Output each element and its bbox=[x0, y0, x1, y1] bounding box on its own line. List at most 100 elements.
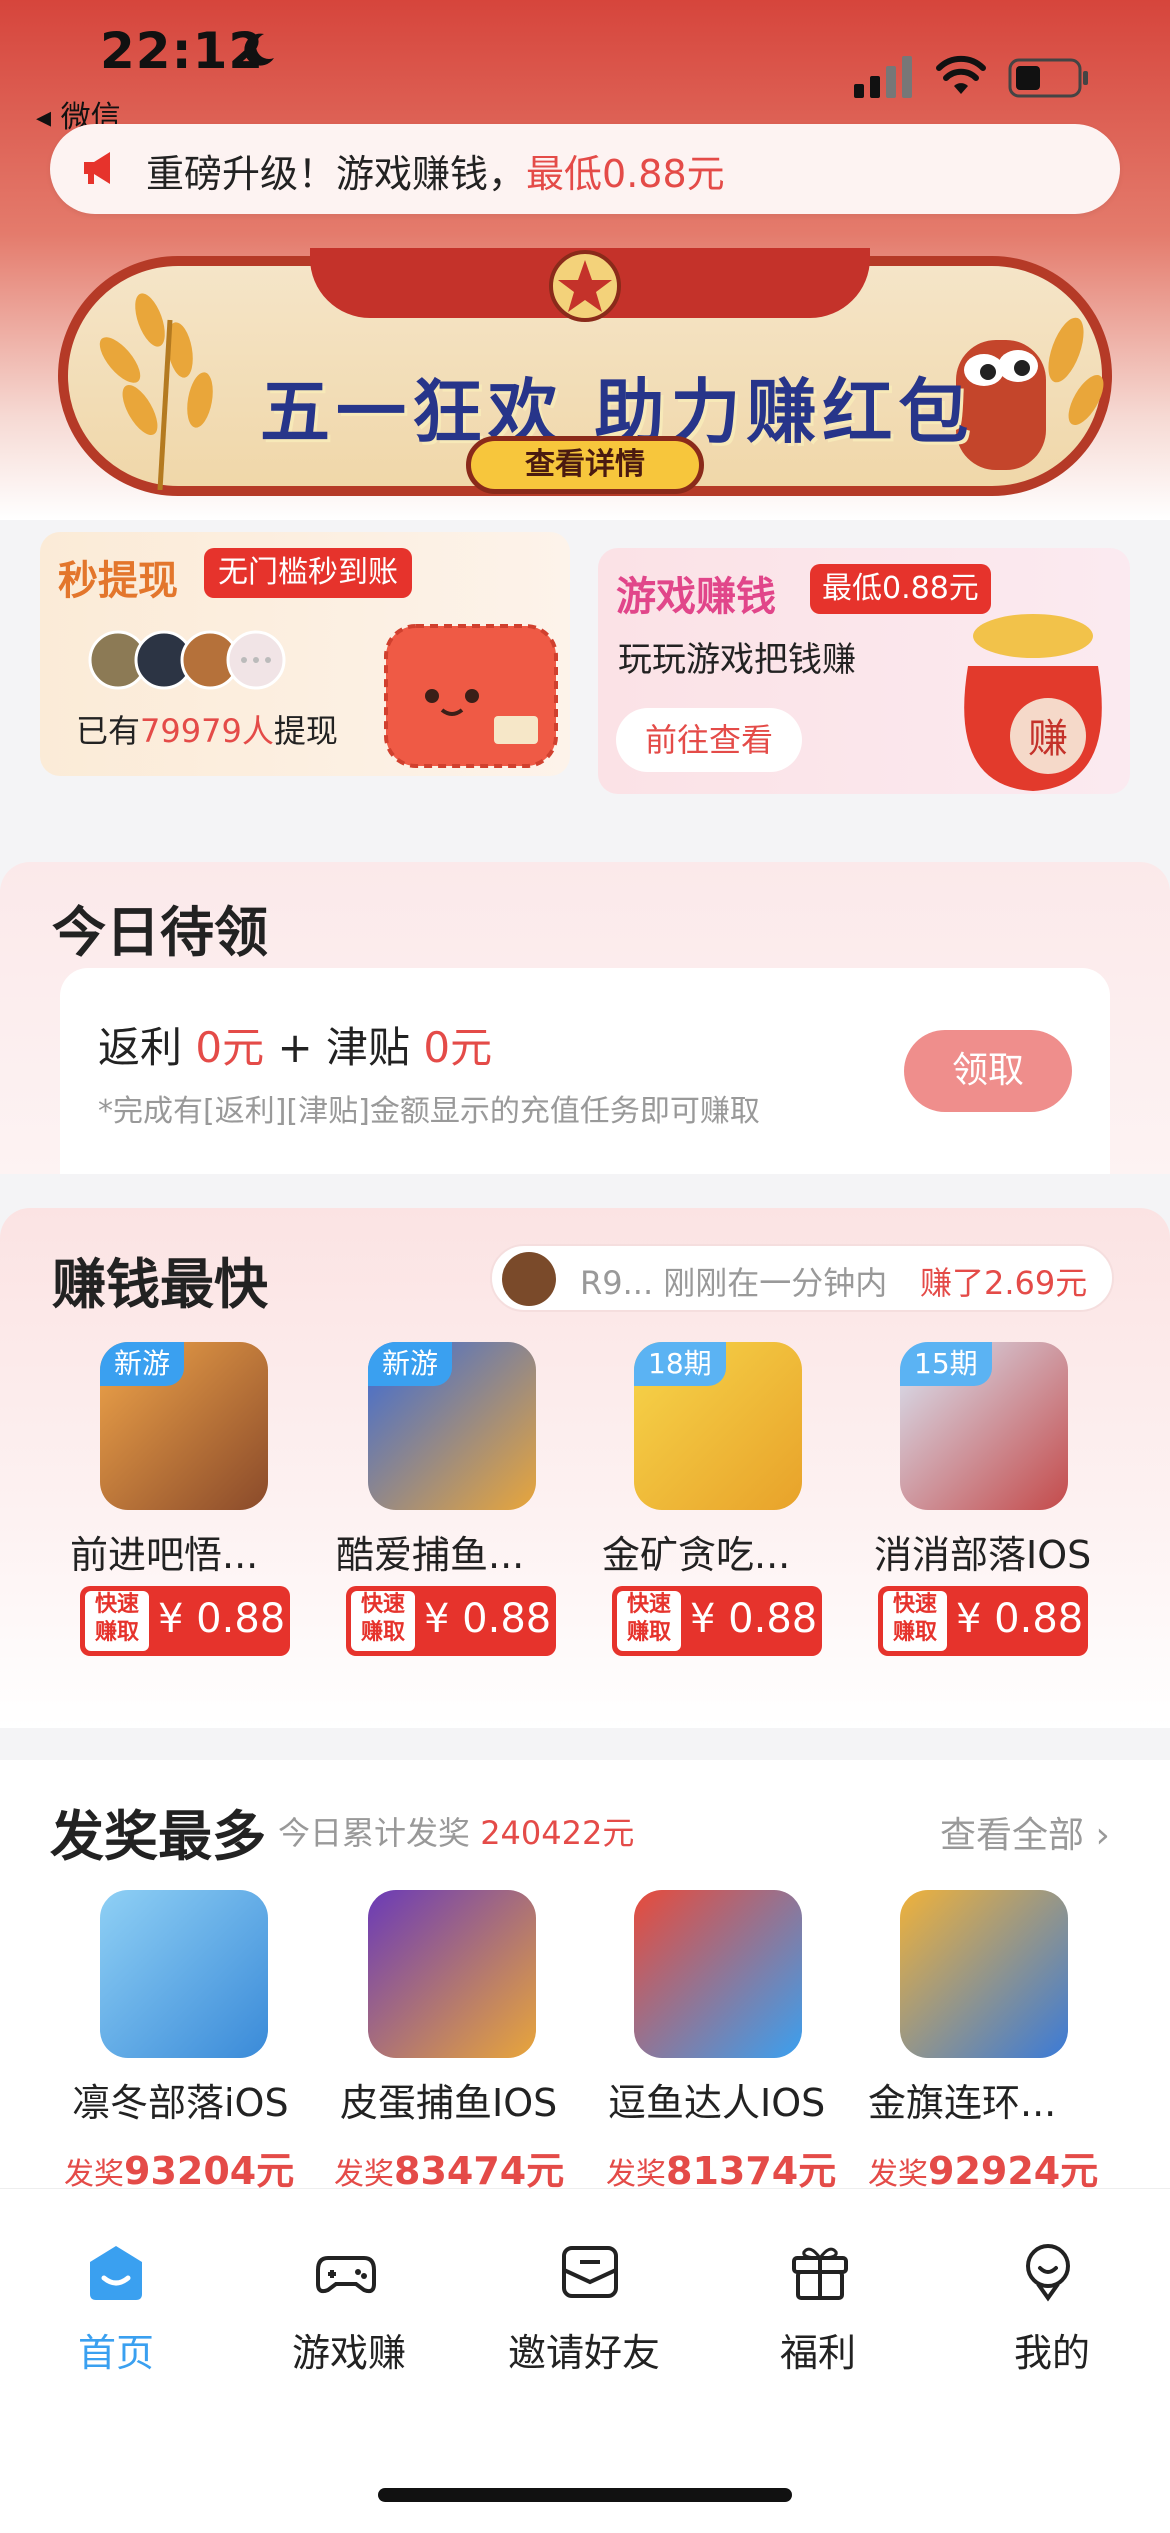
game-name: 金矿贪吃... bbox=[602, 1533, 791, 1577]
tab-label: 游戏赚 bbox=[292, 2331, 407, 2375]
tab-label: 邀请好友 bbox=[508, 2331, 661, 2375]
gift-icon bbox=[792, 2247, 848, 2300]
home-indicator[interactable] bbox=[378, 2488, 792, 2502]
quick-earn-badge-line2: 赚取 bbox=[94, 1620, 139, 1645]
award-game-amount: 发奖83474元 bbox=[334, 2140, 564, 2195]
game-card-icon[interactable]: 新游 bbox=[368, 1342, 536, 1510]
megaphone-icon bbox=[84, 152, 110, 184]
rebate-value: 0元 bbox=[195, 1023, 265, 1072]
quick-earn-badge-line1: 快速 bbox=[360, 1592, 405, 1617]
today-amounts: 返利 0元 + 津贴 0元 bbox=[98, 1014, 492, 1075]
game-card-icon[interactable]: 15期 bbox=[900, 1342, 1068, 1510]
award-game-name: 金旗连环... bbox=[868, 2081, 1057, 2125]
wallet-icon bbox=[384, 624, 558, 768]
game-price-button[interactable]: 快速 赚取 ¥ 0.88 bbox=[612, 1586, 822, 1656]
quick-earn-badge: 快速 赚取 bbox=[617, 1591, 681, 1651]
home-icon bbox=[90, 2246, 142, 2300]
star-emblem-icon bbox=[549, 250, 621, 322]
tab-game-earn[interactable]: 游戏赚 bbox=[270, 2240, 420, 2375]
game-earn-title: 游戏赚钱 bbox=[616, 574, 776, 620]
plus-sign: + bbox=[264, 1023, 326, 1072]
game-earn-button[interactable]: 前往查看 bbox=[616, 708, 802, 772]
allowance-value: 0元 bbox=[423, 1023, 493, 1072]
notice-text-main: 重磅升级！游戏赚钱， bbox=[146, 152, 527, 196]
gamepad-icon bbox=[316, 2256, 376, 2294]
game-card-icon[interactable]: 新游 bbox=[100, 1342, 268, 1510]
see-all-link[interactable]: 查看全部 › bbox=[940, 1806, 1110, 1858]
award-amount-value: 81374元 bbox=[666, 2149, 837, 2193]
signal-icon bbox=[854, 56, 912, 98]
award-game-name: 凛冬部落iOS bbox=[72, 2081, 289, 2125]
game-tag: 18期 bbox=[634, 1342, 726, 1386]
claim-button[interactable]: 领取 bbox=[904, 1030, 1072, 1112]
wifi-icon bbox=[936, 55, 986, 94]
game-earn-subtitle: 玩玩游戏把钱赚 bbox=[618, 640, 856, 680]
moon-icon bbox=[244, 33, 274, 66]
tab-label: 首页 bbox=[78, 2331, 155, 2375]
awards-total-value: 240422元 bbox=[480, 1814, 635, 1852]
awards-total-label: 今日累计发奖 bbox=[278, 1814, 481, 1852]
award-game-icon[interactable] bbox=[634, 1890, 802, 2058]
today-pending-title: 今日待领 bbox=[52, 901, 268, 964]
tab-label: 我的 bbox=[1014, 2331, 1091, 2375]
withdraw-count-suffix: 提现 bbox=[273, 712, 338, 750]
award-amount-label: 发奖 bbox=[334, 2157, 394, 2192]
game-tag: 新游 bbox=[100, 1342, 185, 1386]
award-game-icon[interactable] bbox=[100, 1890, 268, 2058]
withdraw-count-prefix: 已有 bbox=[76, 712, 141, 750]
tab-home[interactable]: 首页 bbox=[60, 2240, 170, 2375]
allowance-label: 津贴 bbox=[326, 1023, 424, 1072]
notice-text: 重磅升级！游戏赚钱，最低0.88元 bbox=[146, 143, 725, 198]
most-awards-title: 发奖最多 bbox=[50, 1805, 266, 1868]
game-price-button[interactable]: 快速赚取 ¥ 0.88 bbox=[878, 1586, 1088, 1656]
award-amount-value: 93204元 bbox=[124, 2149, 295, 2193]
invite-icon bbox=[562, 2246, 618, 2298]
award-game-name: 皮蛋捕鱼IOS bbox=[340, 2081, 558, 2125]
quick-earn-badge-line2: 赚取 bbox=[360, 1620, 405, 1645]
tab-label: 福利 bbox=[780, 2331, 857, 2375]
svg-text:赚: 赚 bbox=[1028, 716, 1068, 762]
instant-withdraw-tag: 无门槛秒到账 bbox=[204, 548, 412, 598]
fastest-earn-title: 赚钱最快 bbox=[52, 1253, 268, 1316]
tab-invite[interactable]: 邀请好友 bbox=[500, 2240, 680, 2375]
live-earn-amount: 赚了2.69元 bbox=[920, 1264, 1088, 1302]
tab-welfare[interactable]: 福利 bbox=[760, 2240, 880, 2375]
quick-earn-badge-line2: 赚取 bbox=[892, 1620, 937, 1645]
game-price: ¥ 0.88 bbox=[690, 1596, 818, 1642]
game-price-button[interactable]: 快速赚取 ¥ 0.88 bbox=[346, 1586, 556, 1656]
award-game-amount: 发奖92924元 bbox=[868, 2140, 1098, 2195]
award-game-icon[interactable] bbox=[368, 1890, 536, 2058]
game-price-button[interactable]: 快速 赚取 ¥ 0.88 bbox=[80, 1586, 290, 1656]
game-card-icon[interactable]: 18期 bbox=[634, 1342, 802, 1510]
game-name: 酷爱捕鱼... bbox=[336, 1533, 525, 1577]
award-game-amount: 发奖93204元 bbox=[64, 2140, 294, 2195]
tab-mine[interactable]: 我的 bbox=[990, 2240, 1110, 2375]
instant-withdraw-title: 秒提现 bbox=[58, 558, 178, 604]
withdraw-count-value: 79979人 bbox=[140, 712, 274, 750]
wheat-left-icon bbox=[99, 293, 213, 490]
award-amount-label: 发奖 bbox=[606, 2157, 666, 2192]
award-amount-value: 92924元 bbox=[928, 2149, 1099, 2193]
profile-icon bbox=[1026, 2244, 1070, 2302]
quick-earn-badge: 快速 赚取 bbox=[883, 1591, 947, 1651]
award-amount-label: 发奖 bbox=[868, 2157, 928, 2192]
quick-earn-badge-line1: 快速 bbox=[94, 1592, 139, 1617]
awards-total: 今日累计发奖 240422元 bbox=[278, 1808, 634, 1854]
quick-earn-badge-line1: 快速 bbox=[892, 1592, 937, 1617]
award-game-icon[interactable] bbox=[900, 1890, 1068, 2058]
user-avatars bbox=[88, 630, 286, 690]
award-amount-label: 发奖 bbox=[64, 2157, 124, 2192]
award-game-name: 逗鱼达人IOS bbox=[608, 2081, 826, 2125]
game-price: ¥ 0.88 bbox=[424, 1596, 552, 1642]
quick-earn-badge-line1: 快速 bbox=[626, 1592, 671, 1617]
money-bag-icon: 赚 bbox=[964, 614, 1102, 791]
today-note: *完成有[返利][津贴]金额显示的充值任务即可赚取 bbox=[98, 1094, 760, 1129]
quick-earn-badge: 快速 赚取 bbox=[85, 1591, 149, 1651]
banner-details-button[interactable]: 查看详情 bbox=[466, 436, 704, 494]
award-game-amount: 发奖81374元 bbox=[606, 2140, 836, 2195]
game-name: 消消部落IOS bbox=[874, 1533, 1092, 1577]
battery-icon bbox=[1008, 58, 1088, 98]
game-price: ¥ 0.88 bbox=[956, 1596, 1084, 1642]
game-tag: 15期 bbox=[900, 1342, 992, 1386]
award-amount-value: 83474元 bbox=[394, 2149, 565, 2193]
